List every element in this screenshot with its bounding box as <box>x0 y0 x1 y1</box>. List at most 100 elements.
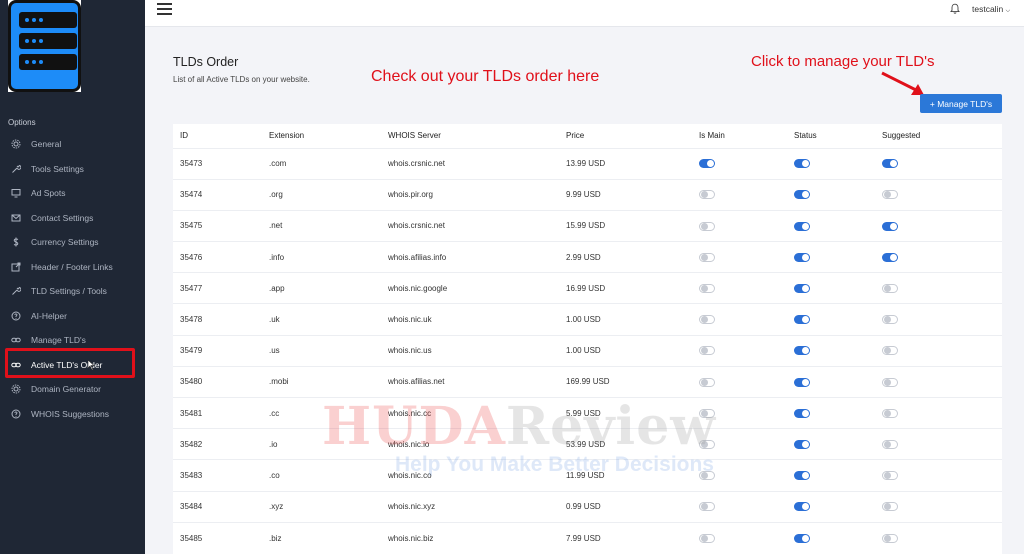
suggested-toggle[interactable] <box>882 377 898 387</box>
suggested-cell <box>875 459 1002 492</box>
gear-icon <box>10 384 21 395</box>
table-row: 35479 .us whois.nic.us 1.00 USD <box>173 334 1002 367</box>
status-toggle[interactable] <box>794 346 810 356</box>
external-link-icon <box>10 261 21 272</box>
is-main-toggle[interactable] <box>699 502 715 512</box>
tld-extension: .org <box>262 178 381 211</box>
status-toggle[interactable] <box>794 502 810 512</box>
table-row: 35480 .mobi whois.afilias.net 169.99 USD <box>173 365 1002 398</box>
watermark-tagline: Help You Make Better Decisions <box>395 453 714 476</box>
suggested-toggle[interactable] <box>882 252 898 262</box>
tld-extension: .app <box>262 272 381 304</box>
is-main-toggle[interactable] <box>699 346 715 356</box>
sidebar-item-whois-suggestions[interactable]: WHOIS Suggestions <box>0 402 145 427</box>
tld-whois-server: whois.nic.google <box>381 272 559 304</box>
status-toggle[interactable] <box>794 190 810 200</box>
hamburger-menu-icon[interactable] <box>157 3 172 15</box>
sidebar-item-currency-settings[interactable]: Currency Settings <box>0 230 145 255</box>
tld-id: 35480 <box>173 365 262 398</box>
column-header-is-main: Is Main <box>699 131 725 141</box>
status-cell <box>787 272 875 304</box>
is-main-toggle[interactable] <box>699 190 715 200</box>
is-main-toggle[interactable] <box>699 533 715 543</box>
status-toggle[interactable] <box>794 377 810 387</box>
suggested-toggle[interactable] <box>882 533 898 543</box>
is-main-cell <box>692 521 787 554</box>
is-main-toggle[interactable] <box>699 315 715 325</box>
is-main-toggle[interactable] <box>699 252 715 262</box>
wrench-icon <box>10 286 21 297</box>
suggested-toggle[interactable] <box>882 471 898 481</box>
status-toggle[interactable] <box>794 533 810 543</box>
tld-id: 35477 <box>173 272 262 304</box>
status-toggle[interactable] <box>794 408 810 418</box>
tld-extension: .co <box>262 459 381 492</box>
is-main-cell <box>692 490 787 523</box>
is-main-cell <box>692 303 787 336</box>
topbar: testcalin ⌵ <box>145 0 1024 27</box>
watermark-text-huda: HUDA <box>322 396 506 457</box>
sidebar-item-label: WHOIS Suggestions <box>31 408 109 419</box>
tld-price: 1.00 USD <box>559 334 692 367</box>
sidebar-item-ai-helper[interactable]: AI-Helper <box>0 304 145 329</box>
sidebar-item-header-footer-links[interactable]: Header / Footer Links <box>0 255 145 280</box>
table-row: 35476 .info whois.afilias.info 2.99 USD <box>173 241 1002 273</box>
sidebar-item-domain-generator[interactable]: Domain Generator <box>0 377 145 402</box>
suggested-cell <box>875 147 1002 180</box>
suggested-toggle[interactable] <box>882 159 898 169</box>
column-header-id: ID <box>180 131 188 141</box>
help-circle-icon <box>10 310 21 321</box>
suggested-toggle[interactable] <box>882 346 898 356</box>
sidebar-item-tld-settings-tools[interactable]: TLD Settings / Tools <box>0 279 145 304</box>
is-main-toggle[interactable] <box>699 221 715 231</box>
status-toggle[interactable] <box>794 221 810 231</box>
status-cell <box>787 303 875 336</box>
tld-price: 16.99 USD <box>559 272 692 304</box>
status-toggle[interactable] <box>794 315 810 325</box>
is-main-cell <box>692 241 787 273</box>
tld-extension: .net <box>262 209 381 242</box>
suggested-toggle[interactable] <box>882 439 898 449</box>
sidebar-item-label: Ad Spots <box>31 188 66 199</box>
tld-price: 0.99 USD <box>559 490 692 523</box>
suggested-toggle[interactable] <box>882 221 898 231</box>
status-toggle[interactable] <box>794 471 810 481</box>
tld-id: 35484 <box>173 490 262 523</box>
gear-icon <box>10 139 21 150</box>
suggested-cell <box>875 334 1002 367</box>
sidebar-item-contact-settings[interactable]: Contact Settings <box>0 206 145 231</box>
status-toggle[interactable] <box>794 159 810 169</box>
tld-price: 169.99 USD <box>559 365 692 398</box>
suggested-cell <box>875 428 1002 460</box>
suggested-toggle[interactable] <box>882 190 898 200</box>
manage-tlds-button[interactable]: + Manage TLD's <box>920 94 1002 113</box>
suggested-toggle[interactable] <box>882 284 898 294</box>
is-main-cell <box>692 272 787 304</box>
status-cell <box>787 334 875 367</box>
sidebar-item-general[interactable]: General <box>0 132 145 157</box>
sidebar-item-tools-settings[interactable]: Tools Settings <box>0 157 145 182</box>
tld-whois-server: whois.crsnic.net <box>381 147 559 180</box>
suggested-toggle[interactable] <box>882 408 898 418</box>
sidebar-item-label: Tools Settings <box>31 163 84 174</box>
is-main-toggle[interactable] <box>699 159 715 169</box>
user-menu[interactable]: testcalin ⌵ <box>972 4 1010 15</box>
status-toggle[interactable] <box>794 439 810 449</box>
sidebar-item-ad-spots[interactable]: Ad Spots <box>0 181 145 206</box>
link-icon <box>10 335 21 346</box>
watermark-logo: HUDAReview <box>322 396 716 457</box>
is-main-toggle[interactable] <box>699 377 715 387</box>
bell-icon[interactable] <box>949 3 961 15</box>
tld-id: 35474 <box>173 178 262 211</box>
column-header-status: Status <box>794 131 817 141</box>
suggested-toggle[interactable] <box>882 502 898 512</box>
status-toggle[interactable] <box>794 284 810 294</box>
tld-id: 35479 <box>173 334 262 367</box>
mail-icon <box>10 212 21 223</box>
sidebar-item-label: Contact Settings <box>31 212 94 223</box>
status-cell <box>787 241 875 273</box>
is-main-toggle[interactable] <box>699 284 715 294</box>
suggested-toggle[interactable] <box>882 315 898 325</box>
suggested-cell <box>875 209 1002 242</box>
status-toggle[interactable] <box>794 252 810 262</box>
